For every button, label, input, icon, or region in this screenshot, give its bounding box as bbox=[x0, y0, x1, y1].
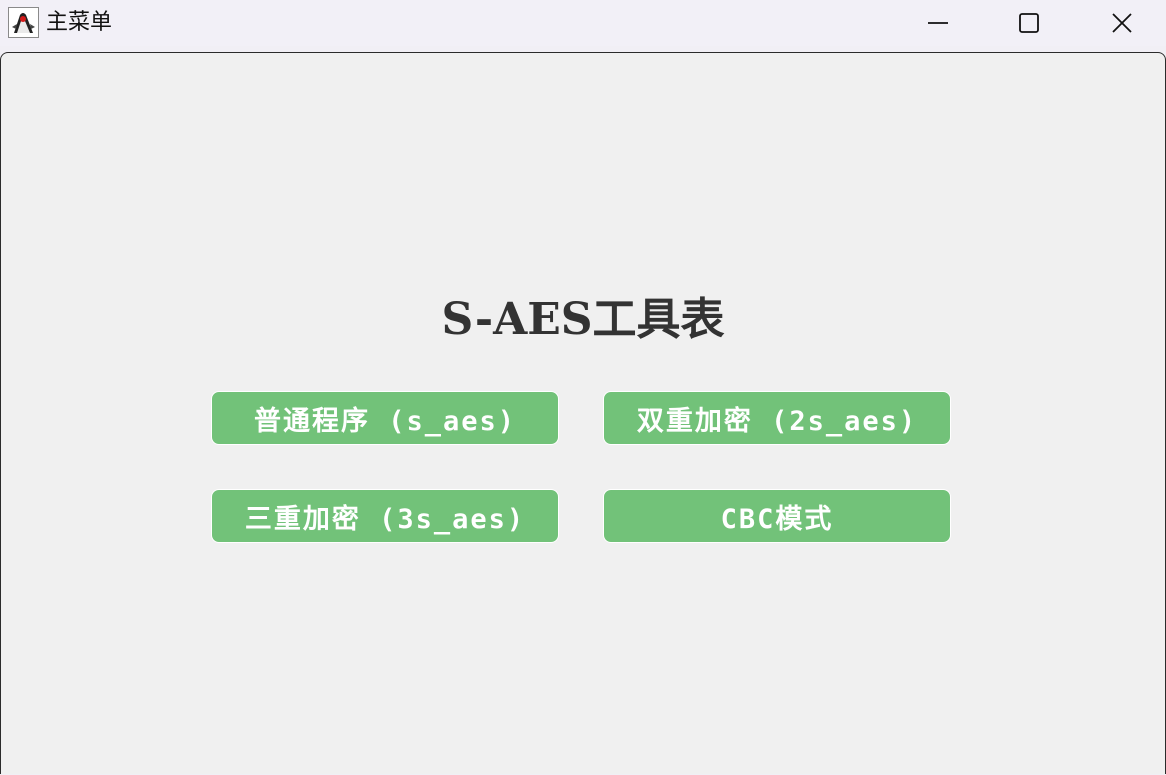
close-icon bbox=[1112, 13, 1132, 33]
minimize-button[interactable] bbox=[915, 0, 961, 46]
page-title: S-AES工具表 bbox=[441, 294, 725, 345]
java-duke-icon bbox=[8, 7, 39, 38]
maximize-button[interactable] bbox=[1006, 0, 1052, 46]
title-bar: 主菜单 bbox=[0, 0, 1166, 46]
main-panel: S-AES工具表 普通程序 (s_aes) 双重加密 (2s_aes) 三重加密… bbox=[0, 52, 1166, 774]
double-encryption-button[interactable]: 双重加密 (2s_aes) bbox=[603, 391, 951, 445]
triple-encryption-button[interactable]: 三重加密 (3s_aes) bbox=[211, 489, 559, 543]
minimize-icon bbox=[928, 22, 948, 24]
close-button[interactable] bbox=[1099, 0, 1145, 46]
s-aes-button[interactable]: 普通程序 (s_aes) bbox=[211, 391, 559, 445]
cbc-mode-button[interactable]: CBC模式 bbox=[603, 489, 951, 543]
maximize-icon bbox=[1019, 13, 1039, 33]
window-title: 主菜单 bbox=[46, 9, 113, 34]
